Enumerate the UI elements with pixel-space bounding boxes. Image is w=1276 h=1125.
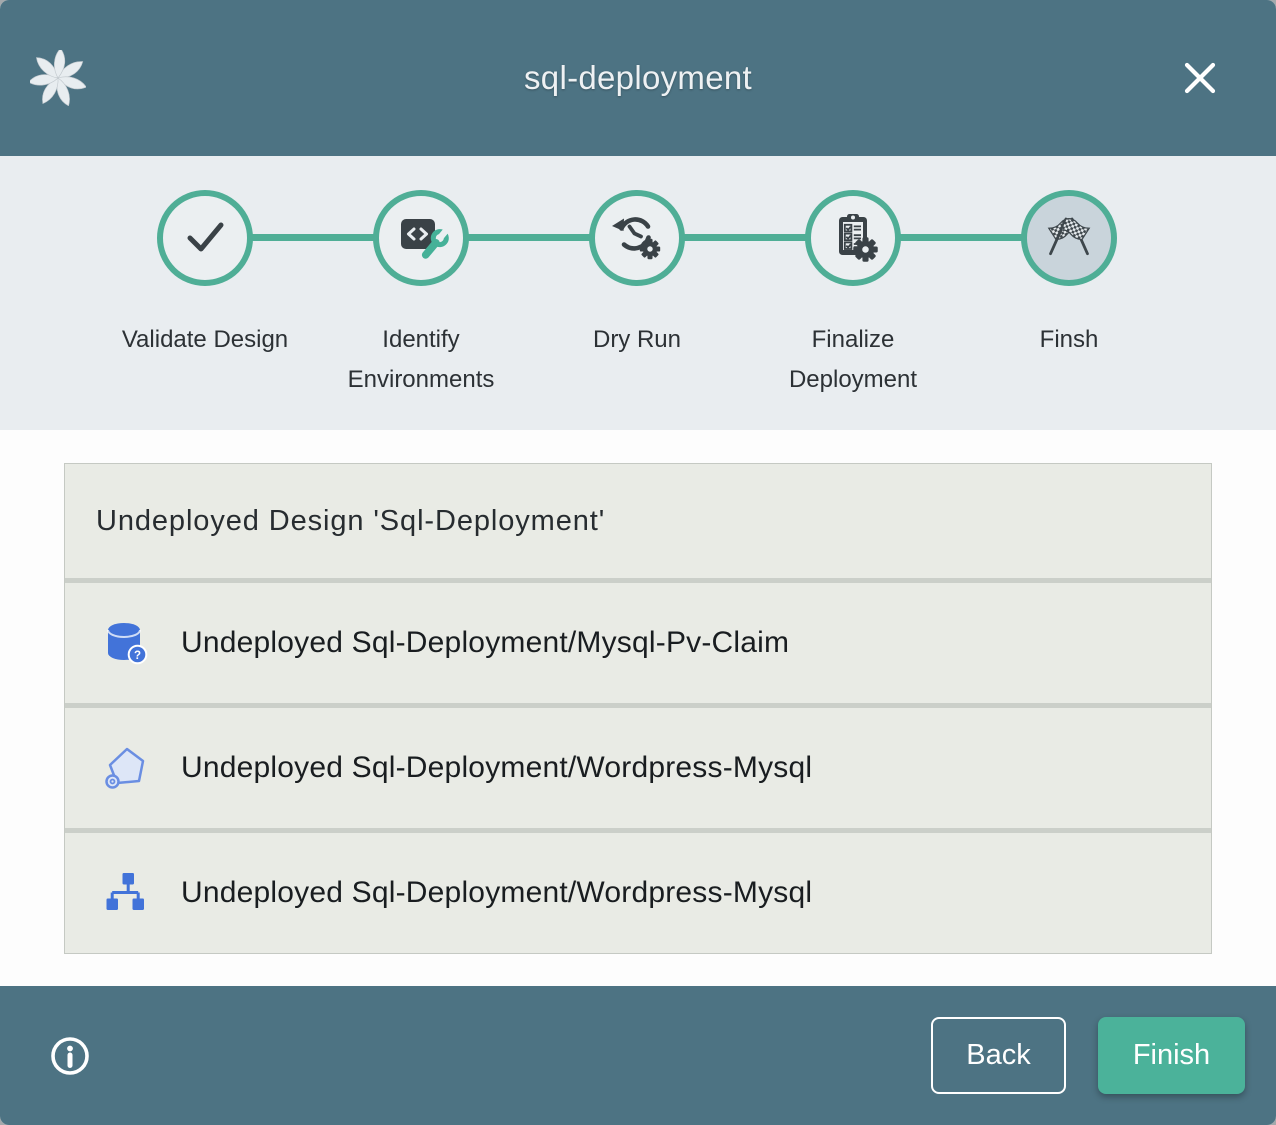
undeployed-item-row: Undeployed Sql-Deployment/Wordpress-Mysq… — [65, 833, 1211, 953]
undeployed-item-text: Undeployed Sql-Deployment/Wordpress-Mysq… — [181, 876, 812, 910]
step-label: Identify Environments — [335, 320, 507, 400]
pentagon-seal-icon — [102, 744, 150, 792]
undeployed-item-text: Undeployed Sql-Deployment/Wordpress-Mysq… — [181, 751, 812, 785]
hierarchy-icon — [102, 869, 150, 917]
step-dry-run: Dry Run — [529, 190, 745, 400]
step-identify-environments: Identify Environments — [313, 190, 529, 400]
step-label: Finsh — [983, 320, 1155, 360]
dialog-title: sql-deployment — [524, 59, 752, 97]
footer-bar: Back Finish — [0, 986, 1276, 1125]
step-circle-dry-run[interactable] — [589, 190, 685, 286]
step-validate-design: Validate Design — [97, 190, 313, 400]
deployment-wizard-dialog: sql-deployment Validate Design — [0, 0, 1276, 1125]
wizard-stepper: Validate Design — [0, 156, 1276, 430]
title-bar: sql-deployment — [0, 0, 1276, 156]
undeployed-results-panel: Undeployed Design 'Sql-Deployment' ? Und… — [64, 463, 1212, 954]
info-icon — [48, 1066, 92, 1081]
undeployed-item-row: Undeployed Sql-Deployment/Wordpress-Mysq… — [65, 708, 1211, 828]
finish-button[interactable]: Finish — [1098, 1017, 1245, 1094]
sync-clock-gear-icon — [609, 208, 665, 269]
code-window-wrench-icon — [393, 208, 449, 269]
step-label: Dry Run — [551, 320, 723, 360]
close-button[interactable] — [1178, 56, 1222, 100]
svg-text:?: ? — [134, 650, 141, 662]
panel-header-row: Undeployed Design 'Sql-Deployment' — [65, 464, 1211, 578]
info-button[interactable] — [48, 1034, 92, 1078]
step-circle-validate-design[interactable] — [157, 190, 253, 286]
undeployed-item-text: Undeployed Sql-Deployment/Mysql-Pv-Claim — [181, 626, 789, 660]
database-question-icon: ? — [102, 619, 150, 667]
check-icon — [177, 208, 233, 269]
undeployed-item-row: ? Undeployed Sql-Deployment/Mysql-Pv-Cla… — [65, 583, 1211, 703]
step-circle-identify-environments[interactable] — [373, 190, 469, 286]
step-label: Validate Design — [119, 320, 291, 360]
nirmata-logo-icon — [30, 50, 86, 106]
wizard-content: Undeployed Design 'Sql-Deployment' ? Und… — [0, 430, 1276, 986]
step-finish: Finsh — [961, 190, 1177, 400]
step-circle-finish[interactable] — [1021, 190, 1117, 286]
step-circle-finalize-deployment[interactable] — [805, 190, 901, 286]
back-button[interactable]: Back — [931, 1017, 1066, 1094]
checkered-flags-icon — [1041, 208, 1097, 269]
clipboard-checklist-gear-icon — [825, 208, 881, 269]
close-icon — [1178, 88, 1222, 103]
step-finalize-deployment: Finalize Deployment — [745, 190, 961, 400]
step-label: Finalize Deployment — [767, 320, 939, 400]
panel-header-text: Undeployed Design 'Sql-Deployment' — [96, 505, 605, 538]
